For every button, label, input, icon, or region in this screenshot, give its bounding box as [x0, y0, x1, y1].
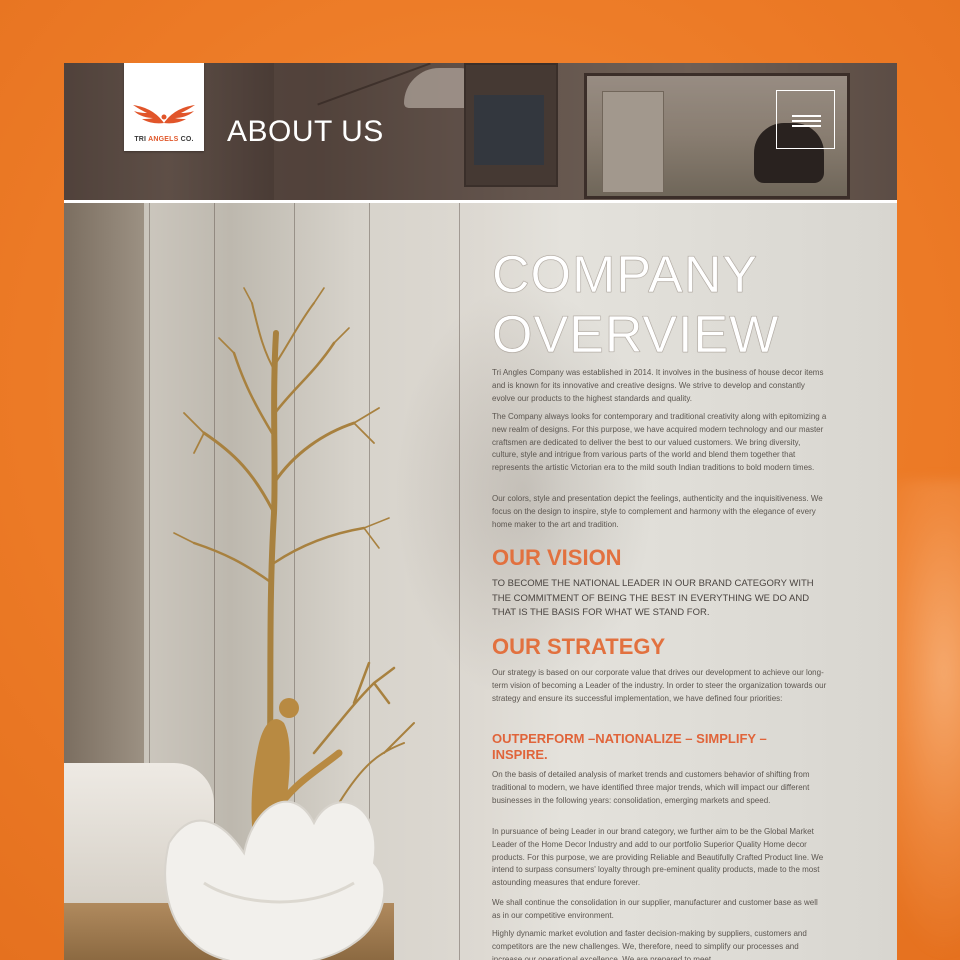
logo-wordmark: TRI ANGELS CO. [134, 136, 194, 143]
priorities-paragraph: On the basis of detailed analysis of mar… [492, 770, 810, 805]
vision-heading: OUR VISION [492, 545, 622, 570]
hamburger-icon-bar [792, 120, 821, 122]
hamburger-icon [792, 115, 821, 117]
hamburger-icon-bar [792, 125, 821, 127]
about-page-mockup: TRI ANGELS CO. ABOUT US COMPANY OVERVIEW… [64, 63, 897, 960]
overview-paragraph: The Company always looks for contemporar… [492, 412, 827, 473]
overview-paragraph: Tri Angles Company was established in 20… [492, 368, 824, 403]
golden-tree-sculpture-image [164, 287, 415, 960]
header-banner: TRI ANGELS CO. ABOUT US [64, 63, 897, 200]
overview-paragraph: Our colors, style and presentation depic… [492, 494, 823, 529]
priorities-paragraph: Highly dynamic market evolution and fast… [492, 929, 807, 960]
overview-title-line2: OVERVIEW [492, 306, 780, 365]
overview-title-line1: COMPANY [492, 246, 759, 305]
strategy-heading: OUR STRATEGY [492, 634, 666, 659]
content-hero: COMPANY OVERVIEW Tri Angles Company was … [64, 203, 897, 960]
vision-text: TO BECOME THE NATIONAL LEADER IN OUR BRA… [492, 578, 814, 618]
priorities-heading: OUTPERFORM –NATIONALIZE – SIMPLIFY – INS… [492, 731, 767, 762]
strategy-text: Our strategy is based on our corporate v… [492, 668, 827, 703]
company-logo[interactable]: TRI ANGELS CO. [124, 63, 204, 151]
wings-logo-icon [133, 105, 195, 124]
menu-button[interactable] [776, 90, 835, 149]
priorities-paragraph: In pursuance of being Leader in our bran… [492, 827, 824, 888]
overview-title: COMPANY OVERVIEW [492, 245, 832, 365]
page-title: ABOUT US [227, 115, 384, 148]
priorities-paragraph: We shall continue the consolidation in o… [492, 898, 818, 920]
